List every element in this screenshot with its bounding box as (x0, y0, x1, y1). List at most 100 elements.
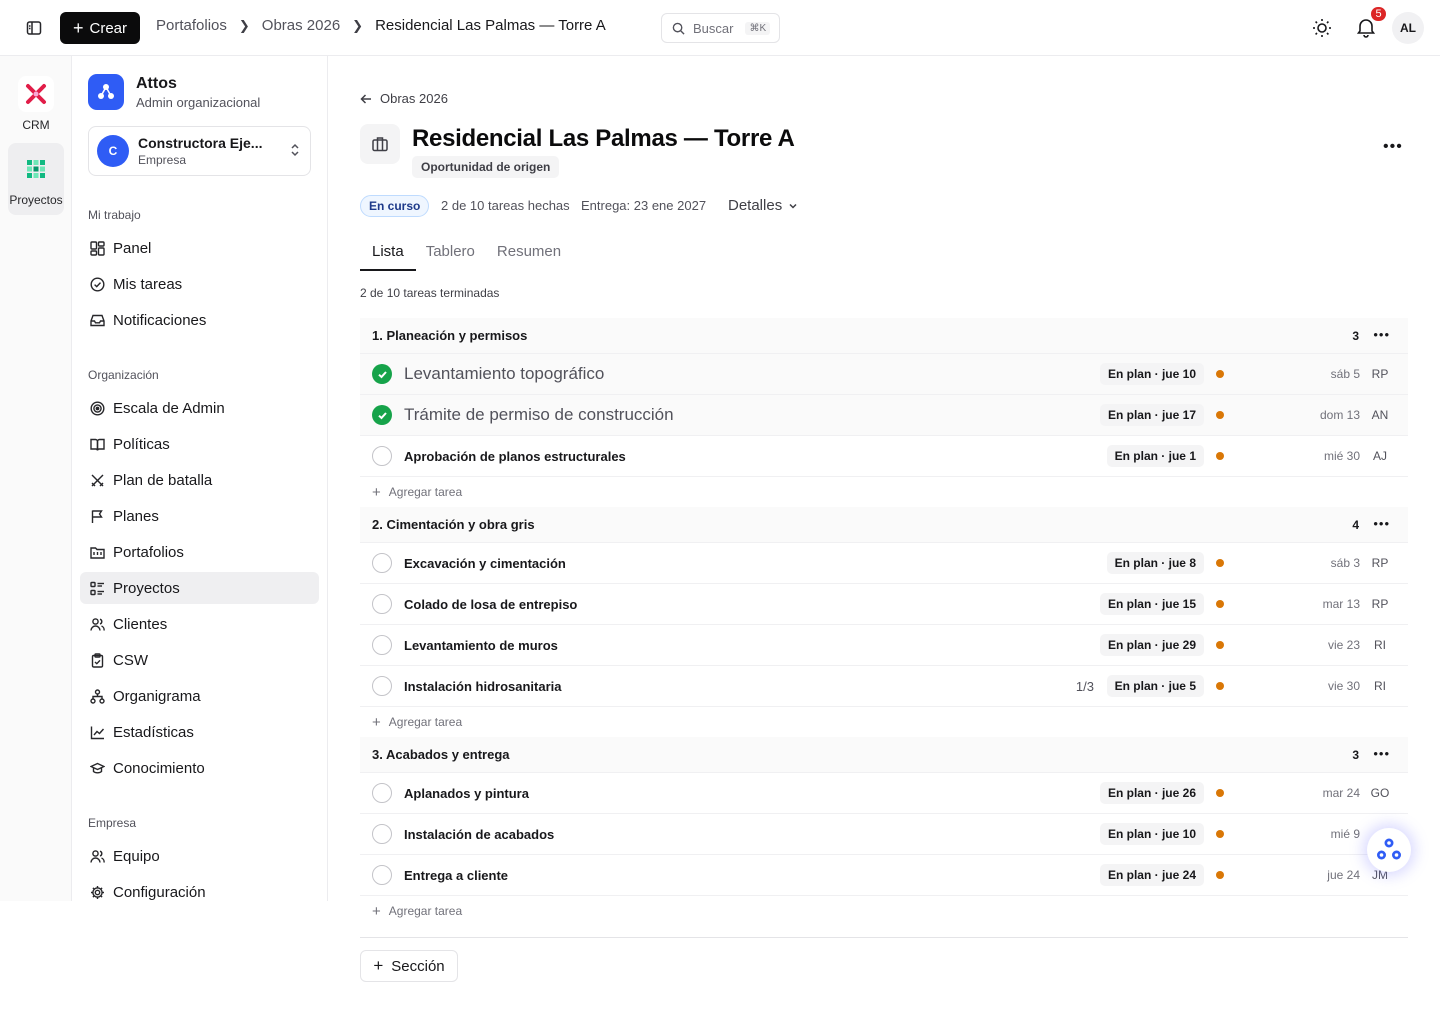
plan-status-pill[interactable]: En plan · jue 15 (1099, 593, 1204, 615)
tab-lista[interactable]: Lista (360, 240, 416, 271)
nav-item-plans[interactable]: Planes (80, 500, 319, 532)
assistant-fab[interactable] (1367, 828, 1411, 872)
assignee-initials[interactable]: AJ (1368, 449, 1392, 463)
nav-item-projects[interactable]: Proyectos (80, 572, 319, 604)
sun-icon[interactable] (1311, 17, 1333, 39)
assignee-initials[interactable]: RP (1368, 556, 1392, 570)
checkbox-checked-icon[interactable] (372, 405, 392, 425)
task-row[interactable]: Aplanados y pintura En plan · jue 26 mar 2… (360, 773, 1408, 814)
user-avatar[interactable]: AL (1392, 12, 1424, 44)
task-name[interactable]: Instalación de acabados (404, 827, 554, 842)
tab-resumen[interactable]: Resumen (485, 240, 573, 271)
nav-item-statistics[interactable]: Estadísticas (80, 716, 319, 748)
nav-item-policies[interactable]: Políticas (80, 428, 319, 460)
checkbox-empty-icon[interactable] (372, 594, 392, 614)
due-date[interactable]: dom 13 (1320, 408, 1360, 422)
back-link[interactable]: Obras 2026 (360, 91, 448, 106)
checkbox-empty-icon[interactable] (372, 676, 392, 696)
checkbox-empty-icon[interactable] (372, 446, 392, 466)
plan-status-pill[interactable]: En plan · jue 17 (1099, 404, 1204, 426)
plan-status-pill[interactable]: En plan · jue 1 (1106, 445, 1204, 467)
task-name[interactable]: Colado de losa de entrepiso (404, 597, 577, 612)
checkbox-empty-icon[interactable] (372, 553, 392, 573)
checkbox-empty-icon[interactable] (372, 635, 392, 655)
task-name[interactable]: Levantamiento de muros (404, 638, 558, 653)
due-date[interactable]: vie 23 (1328, 638, 1360, 652)
status-badge[interactable]: En curso (360, 195, 430, 217)
create-button[interactable]: + Crear (60, 12, 140, 44)
add-section-button[interactable]: + Sección (360, 950, 458, 982)
task-name[interactable]: Entrega a cliente (404, 868, 508, 883)
add-task-button[interactable]: + Agregar tarea (360, 707, 1408, 737)
checkbox-checked-icon[interactable] (372, 364, 392, 384)
assignee-initials[interactable]: RI (1368, 638, 1392, 652)
task-row[interactable]: Aprobación de planos estructurales En pla… (360, 436, 1408, 477)
plan-status-pill[interactable]: En plan · jue 26 (1099, 782, 1204, 804)
task-section-header[interactable]: 2. Cimentación y obra gris 4 ••• (360, 507, 1408, 543)
task-row[interactable]: Colado de losa de entrepiso En plan · jue… (360, 584, 1408, 625)
sidebar-toggle-icon[interactable] (22, 16, 46, 40)
breadcrumb-obras[interactable]: Obras 2026 (262, 17, 340, 34)
assignee-initials[interactable]: GO (1368, 786, 1392, 800)
due-date[interactable]: mar 13 (1323, 597, 1360, 611)
search-input[interactable]: Buscar ⌘K (661, 13, 780, 43)
assignee-initials[interactable]: AN (1368, 408, 1392, 422)
add-task-button[interactable]: + Agregar tarea (360, 477, 1408, 507)
checkbox-empty-icon[interactable] (372, 824, 392, 844)
nav-item-clients[interactable]: Clientes (80, 608, 319, 640)
section-more-icon[interactable]: ••• (1373, 746, 1390, 761)
nav-item-knowledge[interactable]: Conocimiento (80, 752, 319, 784)
task-row[interactable]: Instalación hidrosanitaria 1/3 En plan · j… (360, 666, 1408, 707)
task-section-header[interactable]: 1. Planeación y permisos 3 ••• (360, 318, 1408, 354)
nav-item-admin-scale[interactable]: Escala de Admin (80, 392, 319, 424)
due-date[interactable]: mar 24 (1323, 786, 1360, 800)
rail-item-crm[interactable]: CRM (8, 76, 64, 132)
nav-item-org-chart[interactable]: Organigrama (80, 680, 319, 712)
plan-status-pill[interactable]: En plan · jue 10 (1099, 363, 1204, 385)
company-selector[interactable]: C Constructora Eje... Empresa (88, 126, 311, 176)
task-row[interactable]: Instalación de acabados En plan · jue 10 m… (360, 814, 1408, 855)
nav-item-team[interactable]: Equipo (80, 840, 319, 872)
tab-tablero[interactable]: Tablero (414, 240, 487, 271)
section-more-icon[interactable]: ••• (1373, 516, 1390, 531)
due-date[interactable]: sáb 5 (1331, 367, 1360, 381)
rail-item-projects[interactable]: Proyectos (8, 143, 64, 215)
nav-item-notifications[interactable]: Notificaciones (80, 304, 319, 336)
due-date[interactable]: sáb 3 (1331, 556, 1360, 570)
more-options-icon[interactable]: ••• (1383, 138, 1403, 156)
origin-opportunity-tag[interactable]: Oportunidad de origen (412, 156, 560, 178)
nav-item-battle-plan[interactable]: Plan de batalla (80, 464, 319, 496)
task-name[interactable]: Aplanados y pintura (404, 786, 529, 801)
task-name[interactable]: Instalación hidrosanitaria (404, 679, 562, 694)
task-row[interactable]: Trámite de permiso de construcción En pla… (360, 395, 1408, 436)
task-name[interactable]: Levantamiento topográfico (404, 364, 604, 384)
add-task-button[interactable]: + Agregar tarea (360, 896, 1408, 926)
task-name[interactable]: Aprobación de planos estructurales (404, 449, 626, 464)
task-name[interactable]: Trámite de permiso de construcción (404, 405, 674, 425)
section-more-icon[interactable]: ••• (1373, 327, 1390, 342)
due-date[interactable]: jue 24 (1327, 868, 1360, 882)
due-date[interactable]: vie 30 (1328, 679, 1360, 693)
checkbox-empty-icon[interactable] (372, 865, 392, 885)
assignee-initials[interactable]: RI (1368, 679, 1392, 693)
assignee-initials[interactable]: RP (1368, 597, 1392, 611)
task-row[interactable]: Levantamiento topográfico En plan · jue 1… (360, 354, 1408, 395)
task-row[interactable]: Excavación y cimentación En plan · jue 8 s… (360, 543, 1408, 584)
nav-item-csw[interactable]: CSW (80, 644, 319, 676)
plan-status-pill[interactable]: En plan · jue 5 (1106, 675, 1204, 697)
task-section-header[interactable]: 3. Acabados y entrega 3 ••• (360, 737, 1408, 773)
nav-item-my-tasks[interactable]: Mis tareas (80, 268, 319, 300)
task-row[interactable]: Levantamiento de muros En plan · jue 29 vi… (360, 625, 1408, 666)
due-date[interactable]: mié 9 (1331, 827, 1360, 841)
breadcrumb-portfolios[interactable]: Portafolios (156, 17, 227, 34)
nav-item-panel[interactable]: Panel (80, 232, 319, 264)
nav-item-settings[interactable]: Configuración (80, 876, 319, 908)
task-row[interactable]: Entrega a cliente En plan · jue 24 jue 24 J… (360, 855, 1408, 896)
checkbox-empty-icon[interactable] (372, 783, 392, 803)
assignee-initials[interactable]: RP (1368, 367, 1392, 381)
details-toggle[interactable]: Detalles (728, 197, 798, 214)
plan-status-pill[interactable]: En plan · jue 29 (1099, 634, 1204, 656)
nav-item-portfolios[interactable]: Portafolios (80, 536, 319, 568)
task-name[interactable]: Excavación y cimentación (404, 556, 566, 571)
plan-status-pill[interactable]: En plan · jue 24 (1099, 864, 1204, 886)
